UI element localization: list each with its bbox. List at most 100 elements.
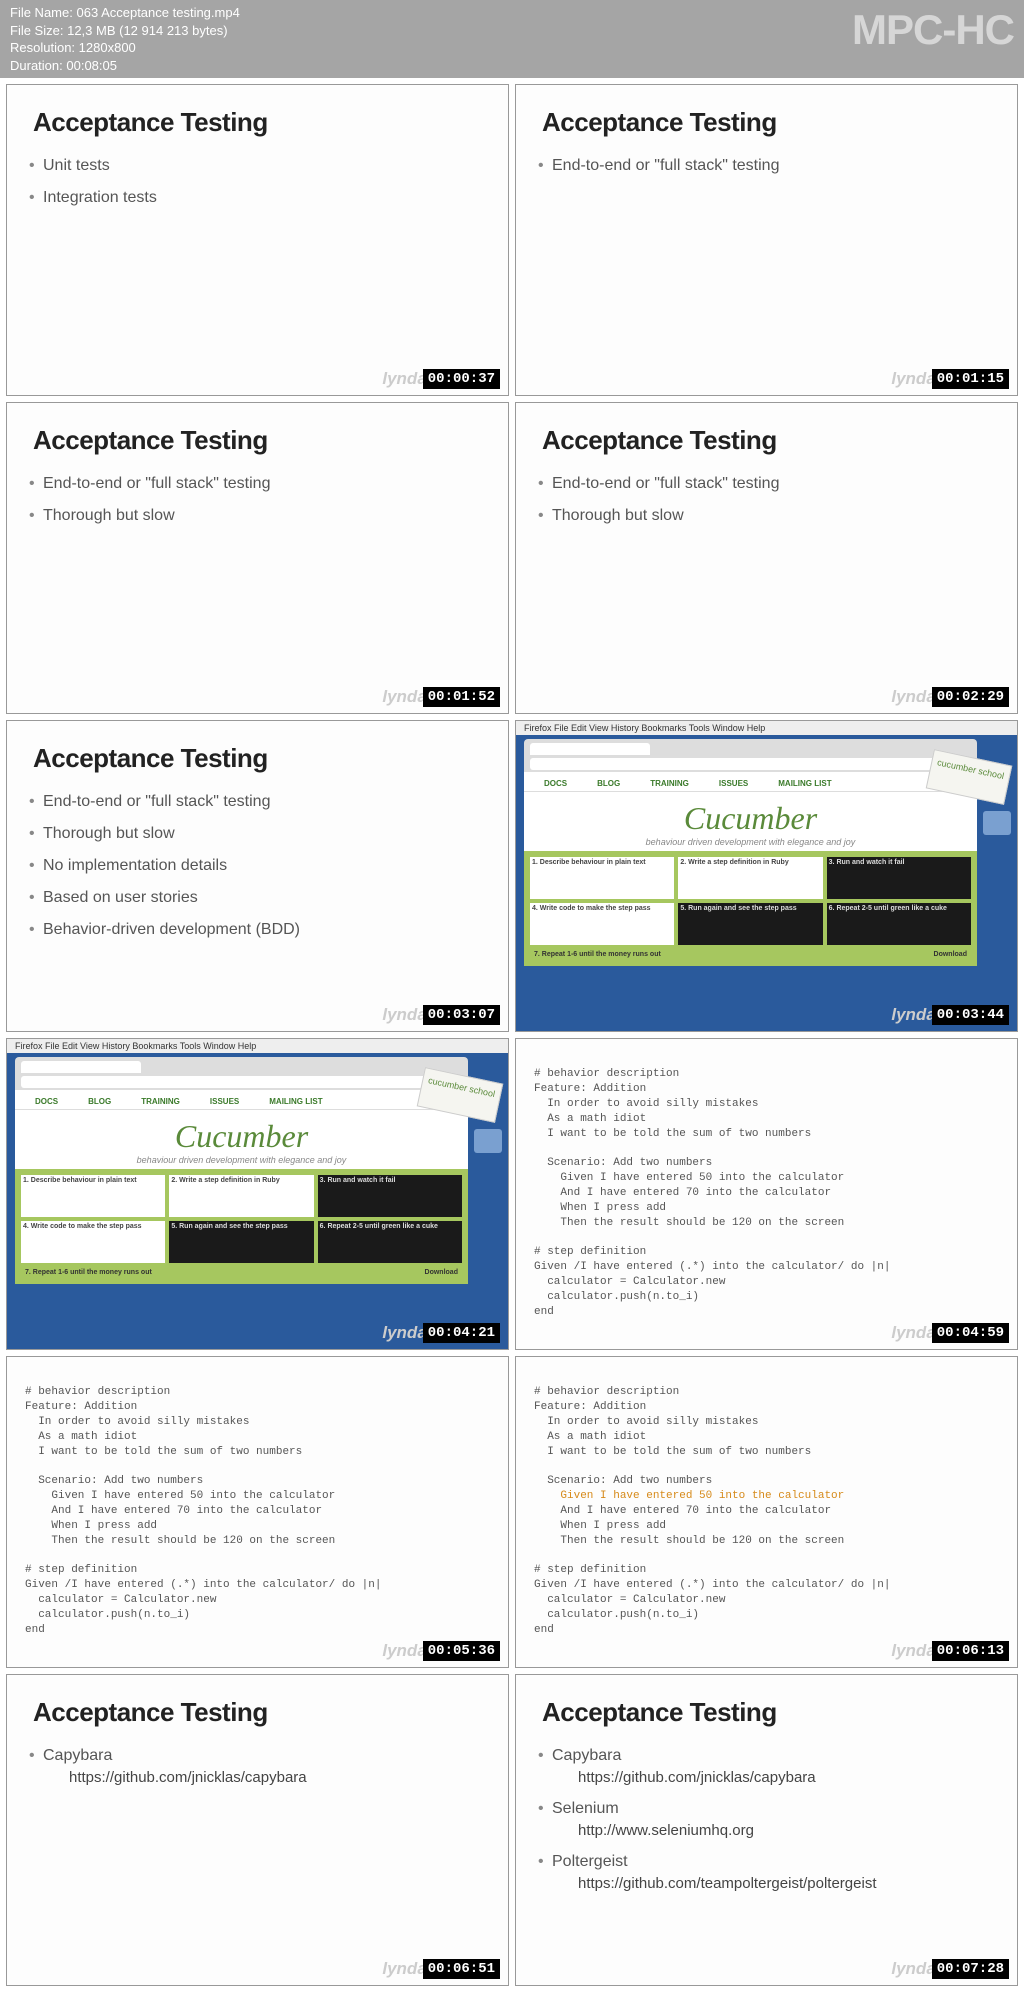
- mac-menubar: Firefox File Edit View History Bookmarks…: [7, 1039, 508, 1053]
- step-box: 4. Write code to make the step pass: [21, 1221, 165, 1263]
- step-box: 4. Write code to make the step pass: [530, 903, 674, 945]
- browser-chrome: [15, 1057, 468, 1090]
- timestamp: 00:06:51: [423, 1959, 500, 1979]
- timestamp: 00:01:52: [423, 687, 500, 707]
- nav-item: TRAINING: [141, 1097, 180, 1106]
- lynda-watermark: lynda: [891, 1641, 935, 1661]
- thumbnail[interactable]: Acceptance Testing End-to-end or "full st…: [515, 84, 1018, 396]
- step-box: 2. Write a step definition in Ruby: [678, 857, 822, 899]
- bullet-item: Thorough but slow: [43, 500, 482, 532]
- file-info-header: File Name: 063 Acceptance testing.mp4 Fi…: [0, 0, 1024, 78]
- step-box: 3. Run and watch it fail: [318, 1175, 462, 1217]
- lynda-watermark: lynda: [382, 1005, 426, 1025]
- bullet-sub-link: https://github.com/jnicklas/capybara: [43, 1765, 482, 1786]
- timestamp: 00:01:15: [932, 369, 1009, 389]
- step-box: 6. Repeat 2-5 until green like a cuke: [318, 1221, 462, 1263]
- lynda-watermark: lynda: [891, 1959, 935, 1979]
- nav-item: BLOG: [597, 779, 620, 788]
- slide-title: Acceptance Testing: [7, 403, 508, 464]
- thumbnail-grid: Acceptance TestingUnit testsIntegration …: [0, 78, 1024, 1992]
- lynda-watermark: lynda: [891, 687, 935, 707]
- bullet-item: Behavior-driven development (BDD): [43, 914, 482, 946]
- thumbnail[interactable]: Acceptance TestingEnd-to-end or "full st…: [6, 720, 509, 1032]
- bullet-item: Unit tests: [43, 150, 482, 182]
- bullet-list: Capybarahttps://github.com/jnicklas/capy…: [516, 1736, 1017, 1899]
- thumbnail-browser[interactable]: Firefox File Edit View History Bookmarks…: [515, 720, 1018, 1032]
- bullet-list: Unit testsIntegration tests: [7, 146, 508, 214]
- desktop-folder-icon: [983, 811, 1011, 835]
- timestamp: 00:00:37: [423, 369, 500, 389]
- lynda-watermark: lynda: [382, 687, 426, 707]
- step-box: 3. Run and watch it fail: [827, 857, 971, 899]
- cucumber-logo: Cucumber: [15, 1118, 468, 1155]
- timestamp: 00:04:59: [932, 1323, 1009, 1343]
- thumbnail[interactable]: Acceptance TestingUnit testsIntegration …: [6, 84, 509, 396]
- duration: 00:08:05: [66, 58, 117, 73]
- bullet-list: End-to-end or "full stack" testingThorou…: [516, 464, 1017, 532]
- bullet-item: End-to-end or "full stack" testing: [43, 468, 482, 500]
- app-watermark: MPC-HC: [852, 2, 1014, 59]
- lynda-watermark: lynda: [891, 1323, 935, 1343]
- site-nav: DOCSBLOGTRAININGISSUESMAILING LIST: [524, 776, 977, 792]
- site-nav: DOCSBLOGTRAININGISSUESMAILING LIST: [15, 1094, 468, 1110]
- bullet-item: Capybarahttps://github.com/jnicklas/capy…: [552, 1740, 991, 1793]
- code-block: # behavior descriptionFeature: Addition …: [516, 1357, 1017, 1637]
- mac-menubar: Firefox File Edit View History Bookmarks…: [516, 721, 1017, 735]
- bullet-list: End-to-end or "full stack" testing: [516, 146, 1017, 182]
- lynda-watermark: lynda: [382, 369, 426, 389]
- timestamp: 00:03:44: [932, 1005, 1009, 1025]
- code-block: # behavior descriptionFeature: Addition …: [516, 1039, 1017, 1319]
- bullet-item: Thorough but slow: [552, 500, 991, 532]
- bullet-item: Poltergeisthttps://github.com/teampolter…: [552, 1846, 991, 1899]
- bullet-list: End-to-end or "full stack" testingThorou…: [7, 464, 508, 532]
- thumbnail-browser[interactable]: Firefox File Edit View History Bookmarks…: [6, 1038, 509, 1350]
- nav-item: TRAINING: [650, 779, 689, 788]
- timestamp: 00:02:29: [932, 687, 1009, 707]
- step-box: 5. Run again and see the step pass: [169, 1221, 313, 1263]
- slide-title: Acceptance Testing: [516, 403, 1017, 464]
- step-box: 1. Describe behaviour in plain text: [530, 857, 674, 899]
- nav-item: ISSUES: [719, 779, 748, 788]
- file-name: 063 Acceptance testing.mp4: [76, 5, 239, 20]
- nav-item: BLOG: [88, 1097, 111, 1106]
- thumbnail[interactable]: Acceptance TestingEnd-to-end or "full st…: [515, 402, 1018, 714]
- slide-title: Acceptance Testing: [516, 85, 1017, 146]
- thumbnail[interactable]: Acceptance TestingEnd-to-end or "full st…: [6, 402, 509, 714]
- bullet-list: End-to-end or "full stack" testingThorou…: [7, 782, 508, 946]
- lynda-watermark: lynda: [891, 1005, 935, 1025]
- timestamp: 00:04:21: [423, 1323, 500, 1343]
- thumbnail[interactable]: Acceptance TestingCapybarahttps://github…: [515, 1674, 1018, 1986]
- lynda-watermark: lynda: [382, 1641, 426, 1661]
- file-size: 12,3 MB (12 914 213 bytes): [67, 23, 227, 38]
- timestamp: 00:06:13: [932, 1641, 1009, 1661]
- resolution: 1280x800: [79, 40, 136, 55]
- lynda-watermark: lynda: [382, 1959, 426, 1979]
- bullet-item: End-to-end or "full stack" testing: [552, 150, 991, 182]
- bullet-item: Capybarahttps://github.com/jnicklas/capy…: [43, 1740, 482, 1793]
- lynda-watermark: lynda: [891, 369, 935, 389]
- desktop-folder-icon: [474, 1129, 502, 1153]
- slide-title: Acceptance Testing: [7, 1675, 508, 1736]
- nav-item: DOCS: [35, 1097, 58, 1106]
- nav-item: MAILING LIST: [778, 779, 831, 788]
- bullet-item: Thorough but slow: [43, 818, 482, 850]
- bullet-item: Integration tests: [43, 182, 482, 214]
- lynda-watermark: lynda: [382, 1323, 426, 1343]
- nav-item: MAILING LIST: [269, 1097, 322, 1106]
- thumbnail[interactable]: Acceptance TestingCapybarahttps://github…: [6, 1674, 509, 1986]
- step-box: 5. Run again and see the step pass: [678, 903, 822, 945]
- bullet-item: Based on user stories: [43, 882, 482, 914]
- bullet-sub-link: http://www.seleniumhq.org: [552, 1818, 991, 1839]
- thumbnail-code[interactable]: # behavior descriptionFeature: Addition …: [6, 1356, 509, 1668]
- bullet-item: No implementation details: [43, 850, 482, 882]
- timestamp: 00:05:36: [423, 1641, 500, 1661]
- thumbnail-code[interactable]: # behavior descriptionFeature: Addition …: [515, 1356, 1018, 1668]
- slide-title: Acceptance Testing: [516, 1675, 1017, 1736]
- bullet-sub-link: https://github.com/teampoltergeist/polte…: [552, 1871, 991, 1892]
- timestamp: 00:03:07: [423, 1005, 500, 1025]
- step-box: 6. Repeat 2-5 until green like a cuke: [827, 903, 971, 945]
- thumbnail-code[interactable]: # behavior descriptionFeature: Addition …: [515, 1038, 1018, 1350]
- step-box: 1. Describe behaviour in plain text: [21, 1175, 165, 1217]
- bullet-list: Capybarahttps://github.com/jnicklas/capy…: [7, 1736, 508, 1793]
- code-block: # behavior descriptionFeature: Addition …: [7, 1357, 508, 1637]
